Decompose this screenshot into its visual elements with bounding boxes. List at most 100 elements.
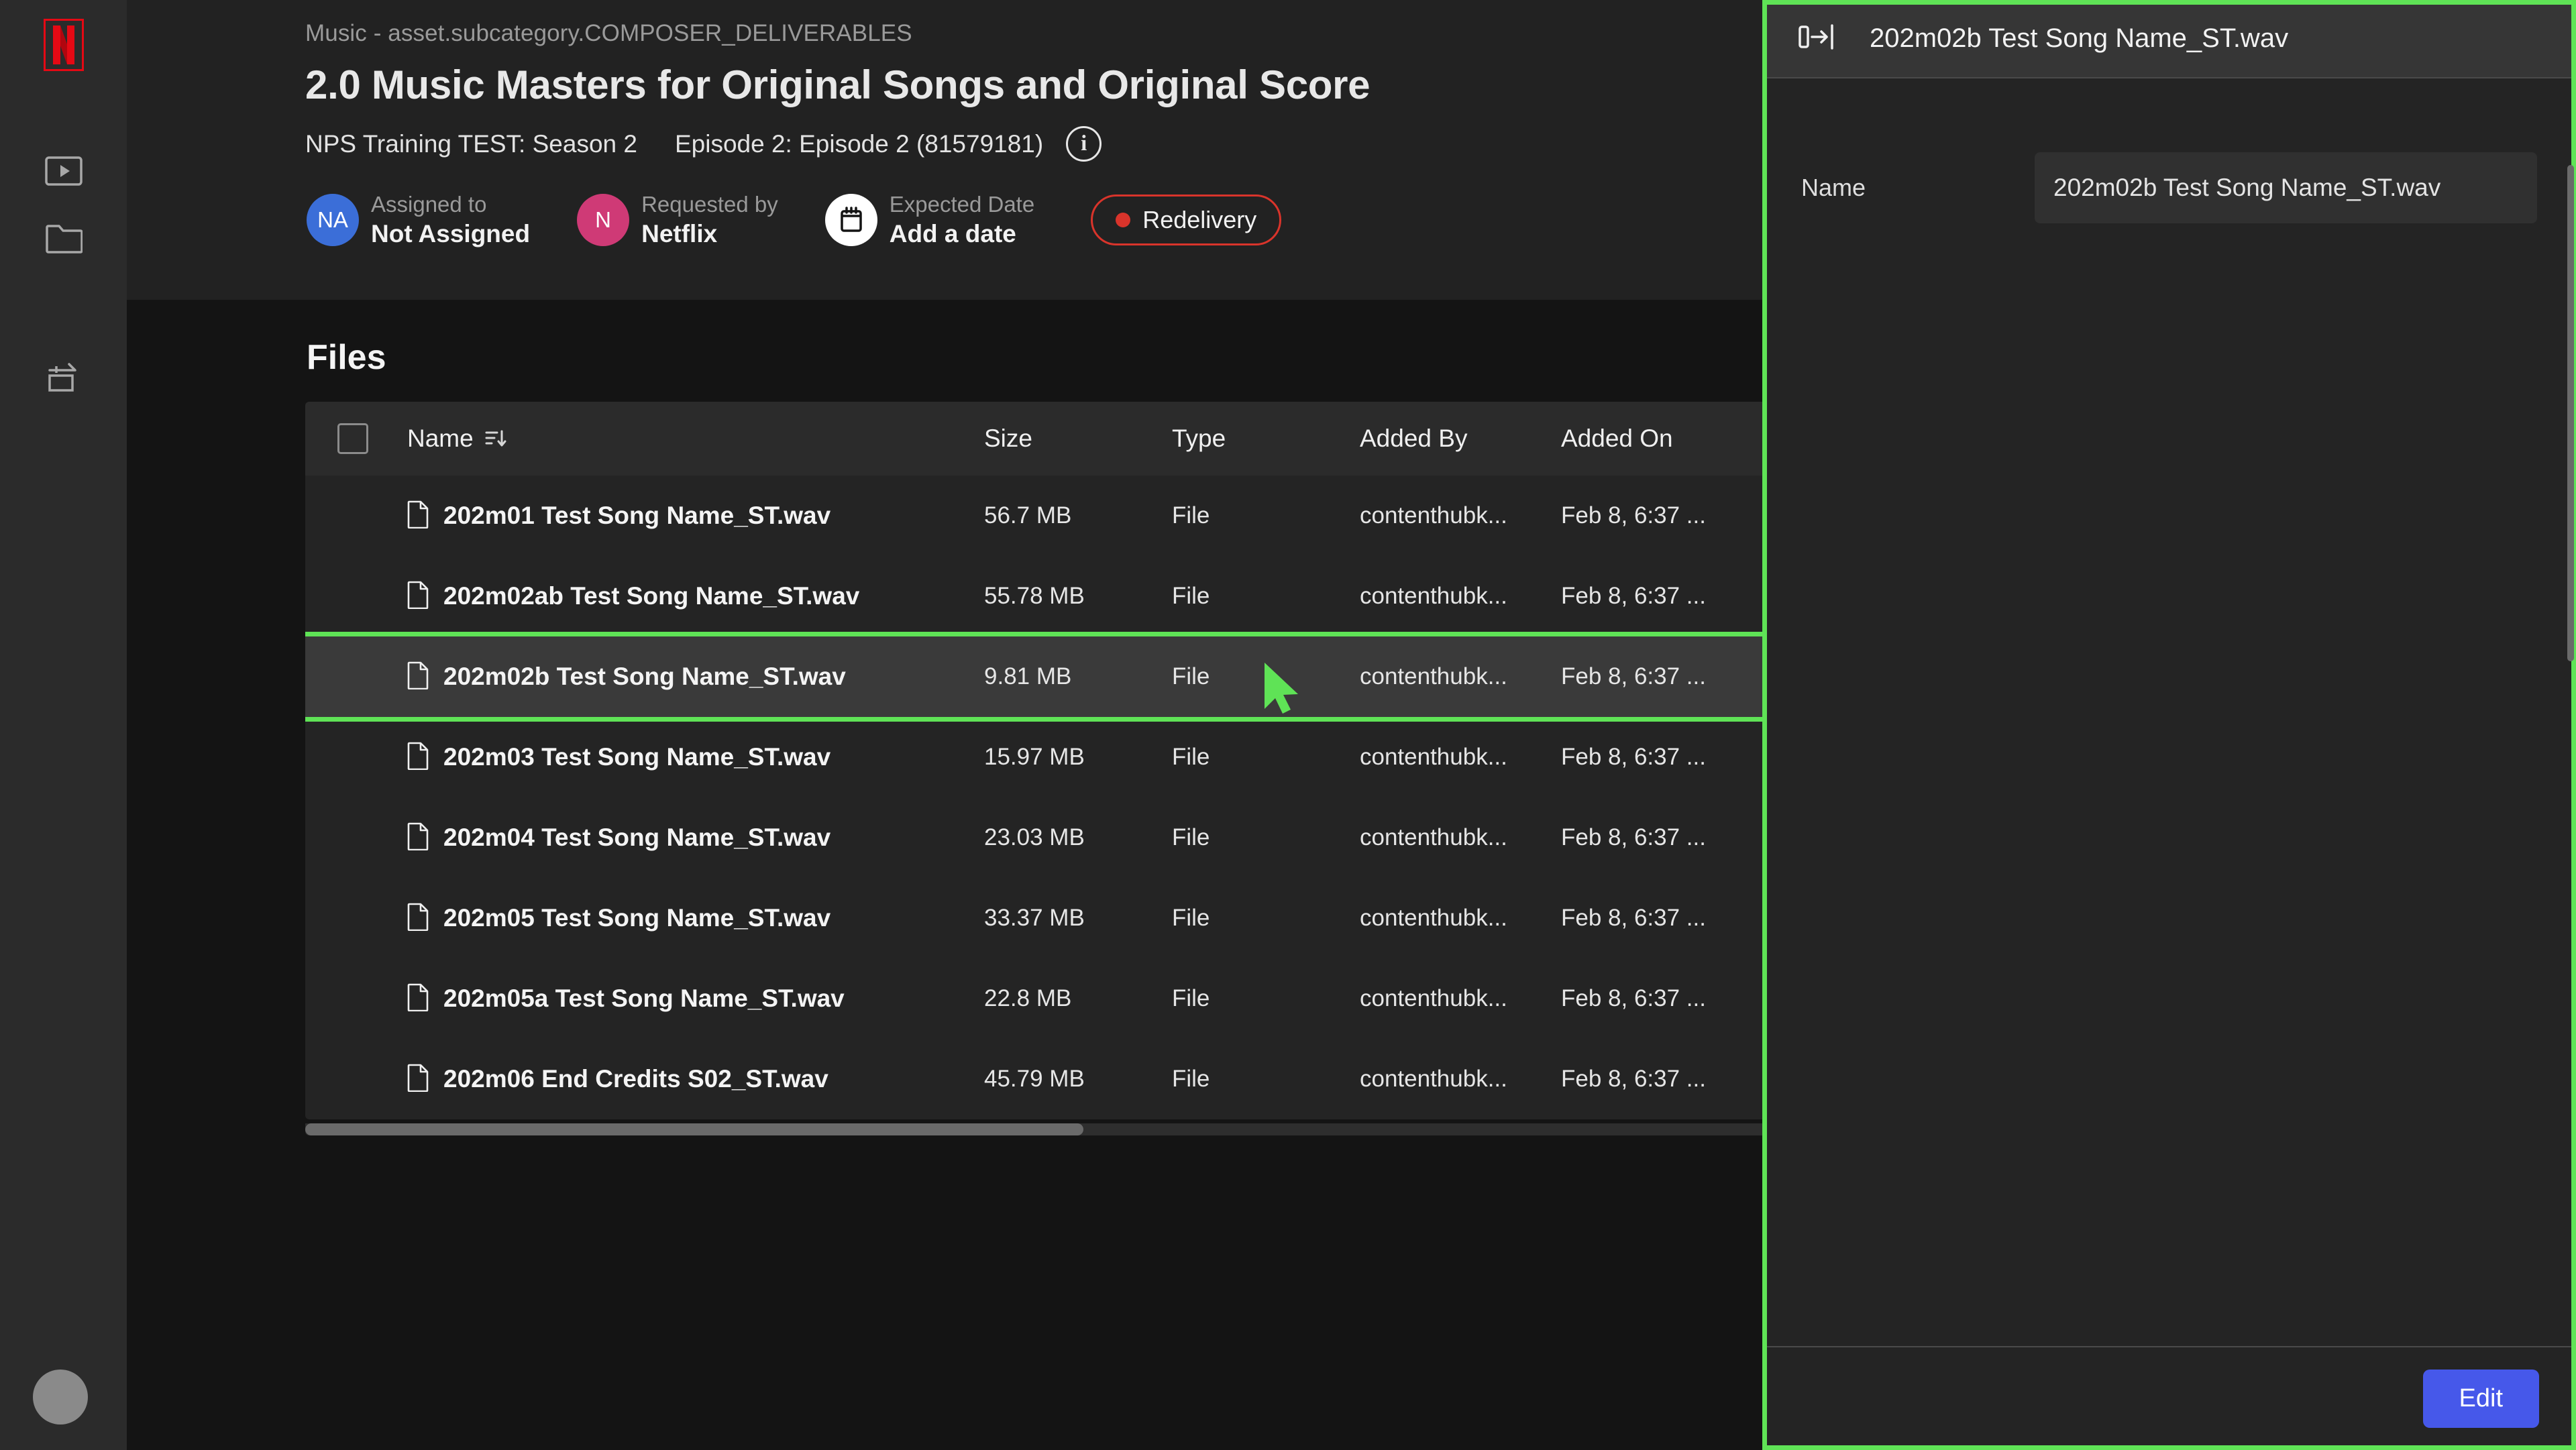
file-type-cell: File <box>1172 905 1210 931</box>
file-added-on-cell: Feb 8, 6:37 ... <box>1561 502 1706 528</box>
file-details-panel-header: 202m02b Test Song Name_ST.wav <box>1762 0 2576 78</box>
video-play-icon <box>44 156 83 186</box>
collapse-panel-right-icon[interactable] <box>1797 21 1837 56</box>
table-row[interactable]: 202m05 Test Song Name_ST.wav 33.37 MB File… <box>305 878 1822 958</box>
file-added-on-cell: Feb 8, 6:37 ... <box>1561 744 1706 770</box>
file-type-cell: File <box>1172 502 1210 528</box>
assigned-to-label: Assigned to <box>371 191 487 217</box>
file-details-panel-scrollbar[interactable] <box>2567 165 2574 661</box>
files-table-header: Name Size Type Added By Added On <box>305 402 1822 476</box>
file-icon <box>407 1064 429 1095</box>
netflix-logo-icon[interactable] <box>43 19 84 71</box>
file-icon <box>407 983 429 1015</box>
table-row[interactable]: 202m01 Test Song Name_ST.wav 56.7 MB File c… <box>305 476 1822 556</box>
sort-descending-icon[interactable] <box>484 427 507 450</box>
name-input[interactable] <box>2035 152 2537 223</box>
requested-by-label: Requested by <box>641 191 778 217</box>
file-added-on-cell: Feb 8, 6:37 ... <box>1561 985 1706 1011</box>
file-name-cell: 202m04 Test Song Name_ST.wav <box>407 822 984 854</box>
file-icon <box>407 903 429 934</box>
file-details-panel-title: 202m02b Test Song Name_ST.wav <box>1870 23 2289 53</box>
table-row[interactable]: 202m02ab Test Song Name_ST.wav 55.78 MB Fi… <box>305 556 1822 636</box>
file-type-cell: File <box>1172 1066 1210 1092</box>
left-nav-rail <box>0 0 127 1450</box>
info-icon[interactable]: i <box>1066 126 1102 162</box>
file-added-by-cell: contenthubk... <box>1360 502 1507 528</box>
file-added-by-cell: contenthubk... <box>1360 663 1507 689</box>
file-name-label: 202m06 End Credits S02_ST.wav <box>443 1065 828 1093</box>
column-header-name[interactable]: Name <box>407 425 984 453</box>
file-type-cell: File <box>1172 824 1210 850</box>
file-details-panel-footer: Edit <box>1762 1346 2576 1450</box>
file-size-cell: 15.97 MB <box>984 744 1085 770</box>
file-details-panel-body: Name <box>1762 78 2576 1346</box>
file-name-label: 202m03 Test Song Name_ST.wav <box>443 743 831 771</box>
expected-date-value: Add a date <box>889 219 1016 247</box>
file-added-by-cell: contenthubk... <box>1360 583 1507 609</box>
column-header-added-on[interactable]: Added On <box>1561 425 1776 453</box>
file-size-cell: 9.81 MB <box>984 663 1072 689</box>
table-row[interactable]: 202m02b Test Song Name_ST.wav 9.81 MB File… <box>305 632 1822 722</box>
file-size-cell: 22.8 MB <box>984 985 1072 1011</box>
transfer-icon <box>46 361 82 394</box>
files-table: Name Size Type Added By Added On 202m01 … <box>305 402 1822 1119</box>
files-table-scrollbar[interactable] <box>305 1123 1822 1135</box>
file-size-cell: 56.7 MB <box>984 502 1072 528</box>
file-added-by-cell: contenthubk... <box>1360 744 1507 770</box>
file-name-cell: 202m06 End Credits S02_ST.wav <box>407 1064 984 1095</box>
column-header-name-label: Name <box>407 425 474 452</box>
meta-requested-by[interactable]: N Requested by Netflix <box>577 192 778 248</box>
sidebar-item-folders[interactable] <box>39 213 89 263</box>
column-header-size[interactable]: Size <box>984 425 1172 453</box>
calendar-icon <box>824 193 877 246</box>
status-badge-redelivery[interactable]: Redelivery <box>1091 194 1282 245</box>
name-field-label: Name <box>1801 174 1866 201</box>
season-label: NPS Training TEST: Season 2 <box>305 129 637 158</box>
file-added-on-cell: Feb 8, 6:37 ... <box>1561 824 1706 850</box>
files-table-scrollbar-thumb[interactable] <box>305 1123 1083 1135</box>
requested-by-avatar: N <box>577 193 630 246</box>
table-row[interactable]: 202m04 Test Song Name_ST.wav 23.03 MB File… <box>305 797 1822 878</box>
mouse-pointer-icon <box>1260 661 1302 719</box>
file-added-by-cell: contenthubk... <box>1360 985 1507 1011</box>
status-badge-label: Redelivery <box>1142 205 1257 233</box>
file-added-on-cell: Feb 8, 6:37 ... <box>1561 663 1706 689</box>
file-added-on-cell: Feb 8, 6:37 ... <box>1561 583 1706 609</box>
file-size-cell: 33.37 MB <box>984 905 1085 931</box>
file-size-cell: 55.78 MB <box>984 583 1085 609</box>
file-added-on-cell: Feb 8, 6:37 ... <box>1561 1066 1706 1092</box>
file-name-cell: 202m02b Test Song Name_ST.wav <box>407 661 984 693</box>
file-name-cell: 202m05 Test Song Name_ST.wav <box>407 903 984 934</box>
file-type-cell: File <box>1172 985 1210 1011</box>
table-row[interactable]: 202m03 Test Song Name_ST.wav 15.97 MB File… <box>305 717 1822 797</box>
sidebar-item-media[interactable] <box>39 146 89 196</box>
file-name-label: 202m04 Test Song Name_ST.wav <box>443 824 831 851</box>
file-name-cell: 202m03 Test Song Name_ST.wav <box>407 742 984 773</box>
select-all-cell <box>337 423 407 454</box>
table-row[interactable]: 202m06 End Credits S02_ST.wav 45.79 MB Fil… <box>305 1039 1822 1119</box>
file-size-cell: 23.03 MB <box>984 824 1085 850</box>
assigned-to-avatar: NA <box>307 193 359 246</box>
requested-by-value: Netflix <box>641 219 718 247</box>
edit-button[interactable]: Edit <box>2422 1370 2539 1428</box>
files-table-body: 202m01 Test Song Name_ST.wav 56.7 MB File c… <box>305 476 1822 1119</box>
file-icon <box>407 661 429 693</box>
file-name-label: 202m01 Test Song Name_ST.wav <box>443 502 831 529</box>
meta-expected-date[interactable]: Expected Date Add a date <box>824 192 1034 248</box>
select-all-checkbox[interactable] <box>337 423 368 454</box>
file-name-cell: 202m01 Test Song Name_ST.wav <box>407 500 984 532</box>
file-name-label: 202m05a Test Song Name_ST.wav <box>443 985 845 1012</box>
file-name-cell: 202m05a Test Song Name_ST.wav <box>407 983 984 1015</box>
column-header-added-by[interactable]: Added By <box>1360 425 1561 453</box>
table-row[interactable]: 202m05a Test Song Name_ST.wav 22.8 MB File… <box>305 958 1822 1039</box>
sidebar-item-transfers[interactable] <box>39 353 89 402</box>
file-icon <box>407 822 429 854</box>
column-header-type[interactable]: Type <box>1172 425 1360 453</box>
file-type-cell: File <box>1172 583 1210 609</box>
file-added-on-cell: Feb 8, 6:37 ... <box>1561 905 1706 931</box>
folder-icon <box>45 223 83 254</box>
user-avatar[interactable] <box>33 1370 88 1425</box>
meta-assigned-to[interactable]: NA Assigned to Not Assigned <box>307 192 530 248</box>
file-icon <box>407 500 429 532</box>
file-name-label: 202m05 Test Song Name_ST.wav <box>443 904 831 932</box>
